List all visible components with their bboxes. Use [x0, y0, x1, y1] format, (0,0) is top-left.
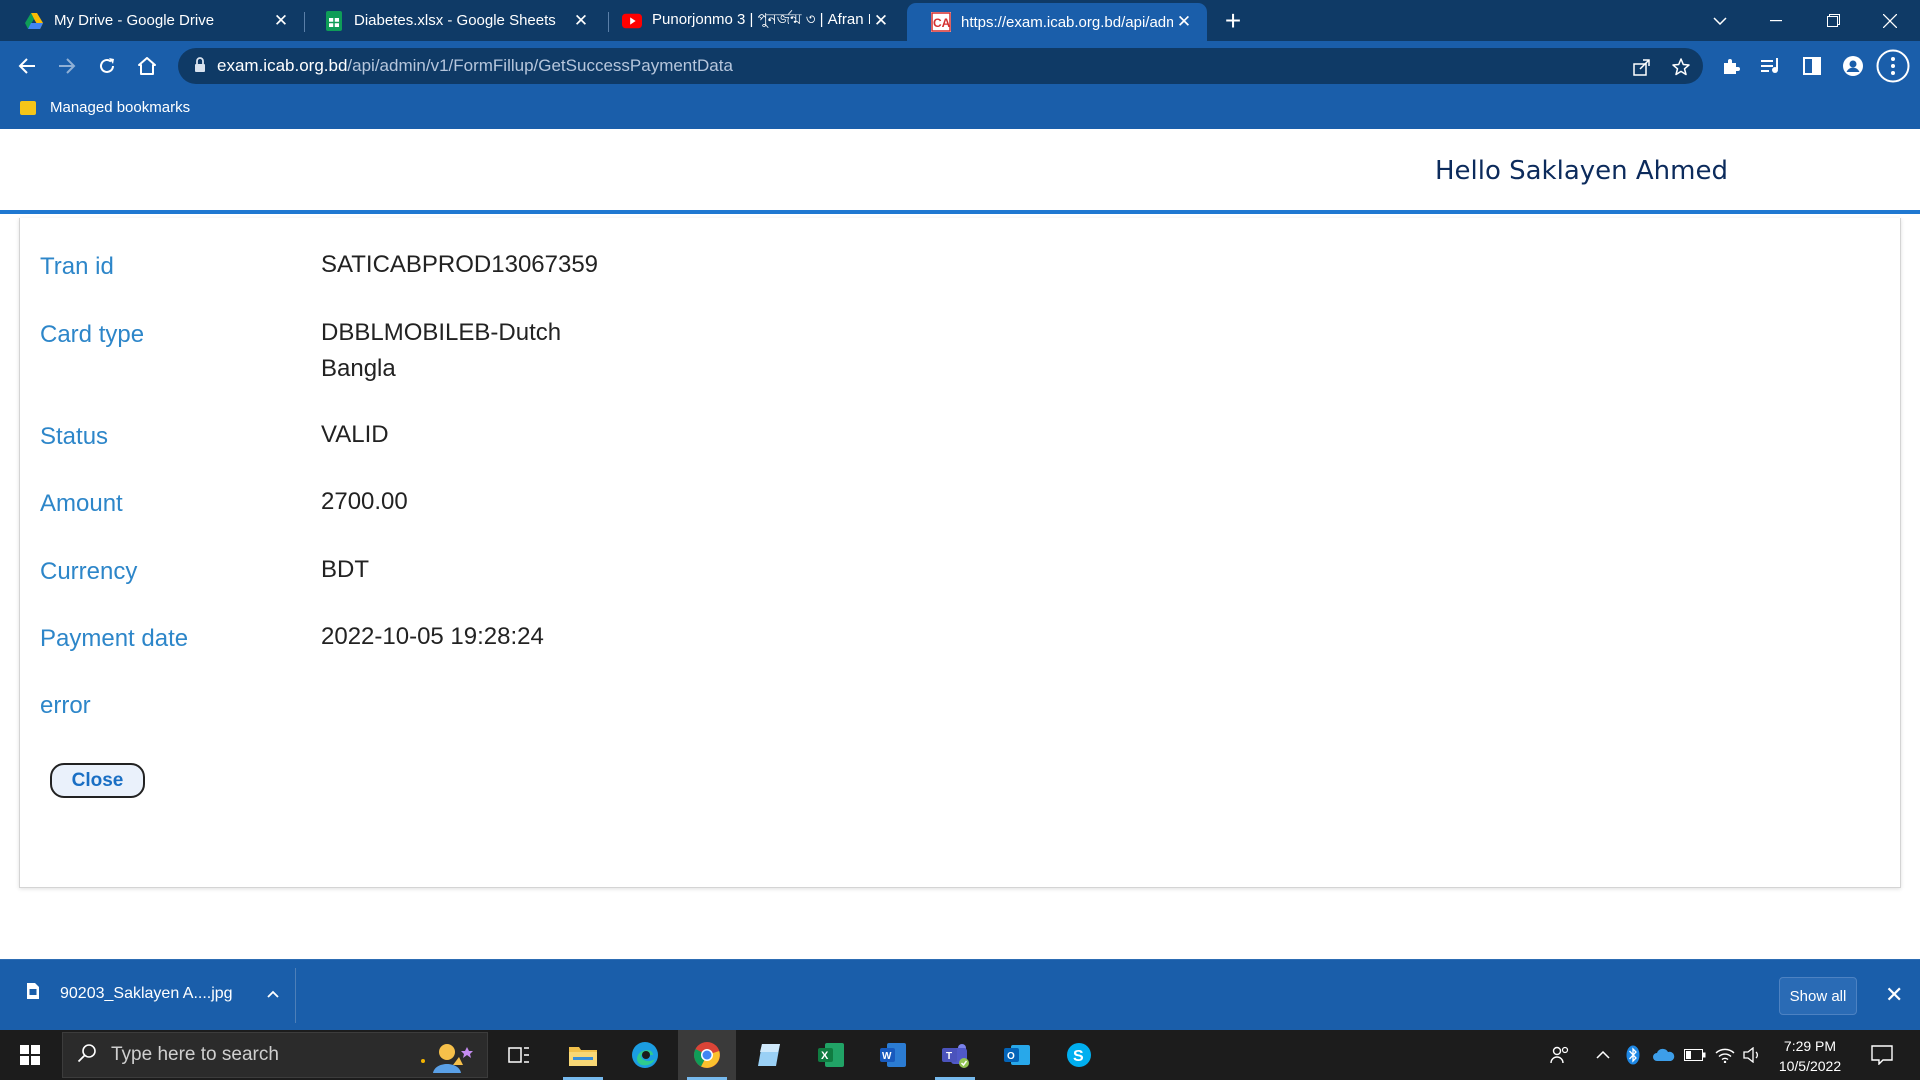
share-icon[interactable] [1631, 56, 1653, 78]
notepad-icon[interactable] [740, 1030, 798, 1080]
word-icon[interactable]: W [864, 1030, 922, 1080]
payment-details-card: Tran id SATICABPROD13067359 Card type DB… [19, 218, 1901, 888]
ca-icon: CA [931, 12, 951, 32]
url-text[interactable]: exam.icab.org.bd/api/admin/v1/FormFillup… [217, 56, 733, 76]
windows-taskbar: Type here to search X W T O S 7:29 PM 10… [0, 1030, 1920, 1080]
field-value: BDT [321, 556, 369, 583]
browser-tab-strip: My Drive - Google Drive ✕ Diabetes.xlsx … [0, 0, 1920, 41]
side-panel-icon[interactable] [1795, 49, 1829, 83]
bookmarks-bar: Managed bookmarks [0, 91, 1920, 129]
close-icon[interactable]: ✕ [270, 10, 292, 32]
field-label: Tran id [40, 253, 114, 280]
field-label: error [40, 692, 91, 719]
volume-icon[interactable] [1740, 1030, 1764, 1080]
chevron-up-icon[interactable] [266, 985, 279, 1003]
field-label: Currency [40, 558, 138, 585]
people-icon[interactable] [1545, 1030, 1575, 1080]
field-value: VALID [321, 421, 389, 448]
task-view-icon[interactable] [490, 1030, 548, 1080]
field-label: Payment date [40, 625, 189, 652]
tab-exam-icab[interactable]: CA https://exam.icab.org.bd/api/admin/v1… [907, 3, 1207, 41]
tab-youtube[interactable]: Punorjonmo 3 | পুনর্জন্ম ৩ | Afran Nisho… [598, 0, 904, 41]
bookmark-managed[interactable]: Managed bookmarks [20, 99, 190, 116]
download-shelf: 90203_Saklayen A....jpg Show all ✕ [0, 959, 1920, 1030]
wifi-icon[interactable] [1712, 1030, 1738, 1080]
svg-text:CA: CA [933, 16, 951, 30]
media-control-icon[interactable] [1754, 49, 1788, 83]
close-icon[interactable]: ✕ [870, 10, 892, 32]
youtube-icon [622, 11, 642, 31]
tab-google-drive[interactable]: My Drive - Google Drive ✕ [0, 0, 304, 41]
field-value: 2022-10-05 19:28:24 [321, 623, 544, 650]
search-highlight-icon [419, 1039, 473, 1078]
show-all-button[interactable]: Show all [1779, 977, 1857, 1015]
close-icon[interactable]: ✕ [570, 10, 592, 32]
extensions-icon[interactable] [1714, 49, 1748, 83]
field-label: Card type [40, 321, 145, 348]
search-icon [77, 1043, 97, 1068]
profile-icon[interactable] [1836, 49, 1870, 83]
field-value: DBBLMOBILEB-Dutch Bangla [321, 319, 562, 382]
field-value: SATICABPROD13067359 [321, 251, 599, 278]
svg-text:S: S [1073, 1048, 1084, 1065]
menu-kebab-icon[interactable] [1876, 49, 1910, 83]
show-hidden-icons-chevron[interactable] [1591, 1030, 1615, 1080]
search-placeholder: Type here to search [111, 1044, 279, 1065]
address-bar[interactable]: exam.icab.org.bd/api/admin/v1/FormFillup… [178, 48, 1703, 84]
page-content: Hello Saklayen Ahmed Tran id SATICABPROD… [0, 129, 1920, 959]
battery-icon[interactable] [1682, 1030, 1708, 1080]
google-sheets-icon [324, 10, 344, 31]
tab-search-chevron-icon[interactable] [1692, 0, 1748, 41]
outlook-icon[interactable]: O [988, 1030, 1046, 1080]
browser-toolbar: exam.icab.org.bd/api/admin/v1/FormFillup… [0, 41, 1920, 91]
taskbar-clock[interactable]: 7:29 PM 10/5/2022 [1765, 1036, 1855, 1076]
windows-start-icon[interactable] [0, 1030, 60, 1080]
shelf-divider [295, 968, 296, 1023]
close-shelf-icon[interactable]: ✕ [1885, 982, 1903, 1008]
field-label: Status [40, 423, 109, 450]
bluetooth-icon[interactable] [1622, 1030, 1644, 1080]
bookmark-label: Managed bookmarks [50, 99, 191, 116]
folder-icon [20, 100, 36, 115]
field-label: Amount [40, 490, 123, 517]
clock-date: 10/5/2022 [1778, 1058, 1842, 1074]
home-icon[interactable] [130, 49, 164, 83]
chrome-icon[interactable] [678, 1030, 736, 1080]
bookmark-star-icon[interactable] [1670, 56, 1692, 78]
minimize-icon[interactable] [1748, 0, 1804, 41]
google-drive-icon [24, 11, 44, 31]
file-explorer-icon[interactable] [554, 1030, 612, 1080]
taskbar-search-box[interactable]: Type here to search [62, 1032, 488, 1078]
field-value: 2700.00 [321, 488, 408, 515]
user-greeting: Hello Saklayen Ahmed [1434, 156, 1728, 186]
page-header: Hello Saklayen Ahmed [0, 129, 1920, 214]
svg-text:T: T [946, 1051, 952, 1062]
reload-icon[interactable] [90, 49, 124, 83]
lock-icon[interactable] [194, 57, 206, 78]
teams-icon[interactable]: T [926, 1030, 984, 1080]
back-icon[interactable] [10, 49, 44, 83]
download-item[interactable]: 90203_Saklayen A....jpg [26, 982, 279, 1005]
image-file-icon [26, 982, 40, 1005]
svg-text:W: W [882, 1051, 892, 1062]
onedrive-icon[interactable] [1650, 1030, 1678, 1080]
new-tab-icon[interactable]: + [1218, 6, 1248, 36]
window-close-icon[interactable] [1862, 0, 1918, 41]
svg-text:X: X [821, 1050, 829, 1062]
download-file-name: 90203_Saklayen A....jpg [60, 984, 233, 1002]
excel-icon[interactable]: X [802, 1030, 860, 1080]
close-button[interactable]: Close [50, 763, 145, 798]
notification-icon[interactable] [1862, 1030, 1902, 1080]
clock-time: 7:29 PM [1783, 1038, 1837, 1054]
close-icon[interactable]: ✕ [1173, 11, 1195, 33]
url-path: /api/admin/v1/FormFillup/GetSuccessPayme… [347, 56, 733, 75]
tab-google-sheets[interactable]: Diabetes.xlsx - Google Sheets ✕ [300, 0, 604, 41]
forward-icon[interactable] [50, 49, 84, 83]
edge-icon[interactable] [616, 1030, 674, 1080]
url-host: exam.icab.org.bd [217, 56, 348, 75]
restore-icon[interactable] [1805, 0, 1861, 41]
svg-text:O: O [1007, 1051, 1015, 1062]
skype-icon[interactable]: S [1050, 1030, 1108, 1080]
